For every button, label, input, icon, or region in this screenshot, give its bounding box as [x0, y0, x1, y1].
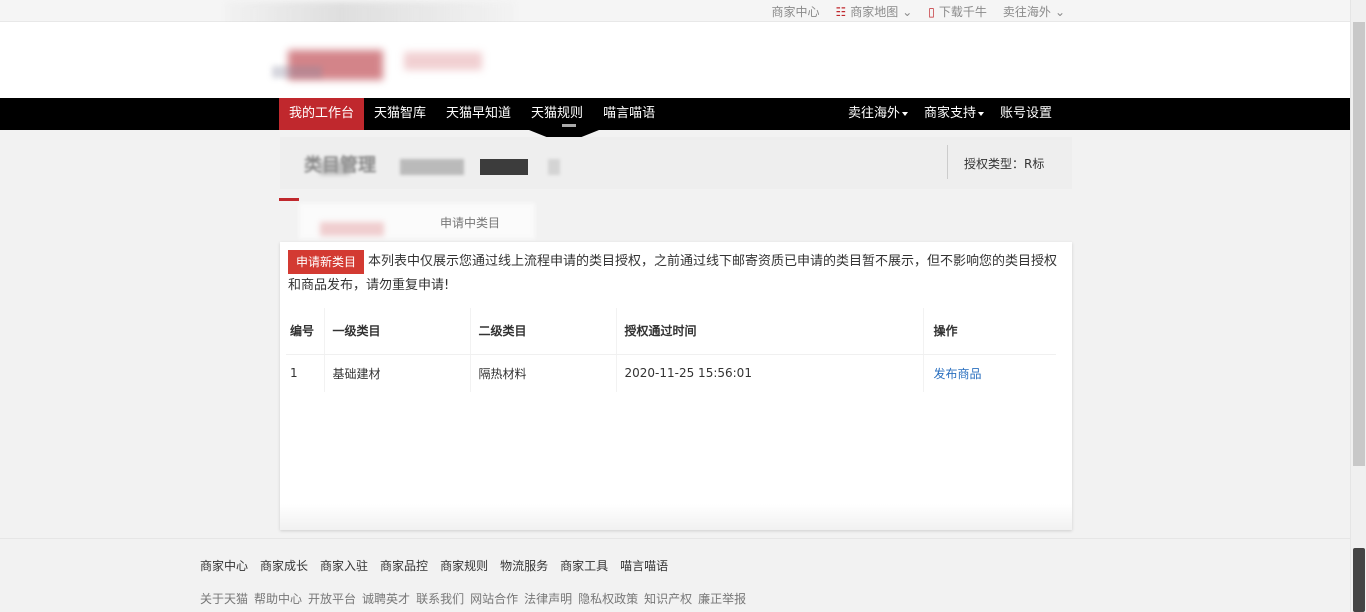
footer-link[interactable]: 开放平台	[308, 590, 356, 607]
vertical-scrollbar[interactable]	[1350, 0, 1366, 612]
topbar-link-sell-overseas[interactable]: 卖往海外 ⌄	[1003, 3, 1065, 20]
nav-item-miaoyan[interactable]: 喵言喵语	[593, 98, 665, 130]
footer-link[interactable]: 知识产权	[644, 590, 692, 607]
topbar-link-merchant-map[interactable]: ☷ 商家地图 ⌄	[835, 3, 912, 20]
panel-footer-shade	[280, 504, 1072, 530]
footer-links-primary: 商家中心 商家成长 商家入驻 商家品控 商家规则 物流服务 商家工具 喵言喵语	[200, 557, 668, 574]
redacted-region	[480, 159, 528, 175]
logo[interactable]	[272, 46, 384, 96]
col-header-id: 编号	[286, 308, 324, 355]
footer-link[interactable]: 廉正举报	[698, 590, 746, 607]
site-header	[0, 22, 1350, 98]
apply-new-category-button[interactable]: 申请新类目	[288, 250, 365, 274]
site-footer: 商家中心 商家成长 商家入驻 商家品控 商家规则 物流服务 商家工具 喵言喵语 …	[0, 538, 1350, 612]
footer-link[interactable]: 法律声明	[524, 590, 572, 607]
nav-item-account-settings[interactable]: 账号设置	[992, 98, 1060, 130]
cell-level1: 基础建材	[323, 354, 470, 392]
footer-link[interactable]: 诚聘英才	[362, 590, 410, 607]
blurred-region	[320, 161, 350, 175]
footer-link[interactable]: 网站合作	[470, 590, 518, 607]
footer-links-secondary: 关于天猫 帮助中心 开放平台 诚聘英才 联系我们 网站合作 法律声明 隐私权政策…	[200, 590, 746, 607]
page-title-panel: 类目管理 授权类型：R标	[280, 137, 1072, 189]
nav-item-workbench[interactable]: 我的工作台	[279, 98, 365, 130]
divider	[947, 145, 948, 179]
footer-link[interactable]: 商家入驻	[320, 557, 368, 574]
caret-down-icon	[977, 111, 984, 116]
topbar-link-download-qianniu[interactable]: ▯ 下载千牛	[928, 3, 987, 20]
tab-active-marker	[279, 198, 299, 201]
footer-link[interactable]: 关于天猫	[200, 590, 248, 607]
footer-link[interactable]: 商家规则	[440, 557, 488, 574]
notice: 申请新类目 本列表中仅展示您通过线上流程申请的类目授权，之前通过线下邮寄资质已申请…	[288, 250, 1066, 298]
caret-down-icon	[901, 111, 908, 116]
blurred-region	[400, 159, 464, 175]
blurred-subtitle	[404, 52, 482, 70]
notice-text: 本列表中仅展示您通过线上流程申请的类目授权，之前通过线下邮寄资质已申请的类目暂不…	[288, 254, 1058, 293]
footer-link[interactable]: 商家品控	[380, 557, 428, 574]
cell-id: 1	[290, 366, 298, 381]
footer-link[interactable]: 商家中心	[200, 557, 248, 574]
nav-active-indicator	[562, 124, 576, 127]
topbar-link-merchant-center[interactable]: 商家中心	[771, 3, 819, 20]
topbar-links: 商家中心 ☷ 商家地图 ⌄ ▯ 下载千牛 卖往海外 ⌄	[771, 3, 1065, 20]
col-header-level1: 一级类目	[323, 308, 470, 355]
nav-item-tmall-early-news[interactable]: 天猫早知道	[436, 98, 521, 130]
cell-level2: 隔热材料	[469, 354, 616, 392]
top-utility-bar: 商家中心 ☷ 商家地图 ⌄ ▯ 下载千牛 卖往海外 ⌄	[0, 0, 1350, 30]
main-nav: 我的工作台 天猫智库 天猫早知道 天猫规则 喵言喵语 卖往海外 商家支持 账号设…	[0, 98, 1350, 130]
tab-pending-categories[interactable]: 申请中类目	[440, 214, 500, 231]
blurred-tab[interactable]	[320, 222, 384, 236]
phone-icon: ▯	[928, 4, 935, 19]
list-icon: ☷	[835, 4, 847, 19]
publish-product-link[interactable]: 发布商品	[934, 367, 982, 381]
table-header-row: 编号 一级类目 二级类目 授权通过时间 操作	[286, 308, 1056, 355]
footer-link[interactable]: 商家成长	[260, 557, 308, 574]
auth-type-label: 授权类型：R标	[964, 157, 1045, 171]
main-nav-right: 卖往海外 商家支持 账号设置	[840, 98, 1060, 130]
chevron-down-icon: ⌄	[1054, 4, 1065, 19]
main-nav-left: 我的工作台 天猫智库 天猫早知道 天猫规则 喵言喵语	[279, 98, 665, 130]
footer-link[interactable]: 喵言喵语	[620, 557, 668, 574]
footer-link[interactable]: 物流服务	[500, 557, 548, 574]
cell-time: 2020-11-25 15:56:01	[615, 354, 923, 392]
nav-item-sell-overseas[interactable]: 卖往海外	[840, 98, 916, 130]
nav-item-merchant-support[interactable]: 商家支持	[916, 98, 992, 130]
nav-item-tmall-think-tank[interactable]: 天猫智库	[364, 98, 436, 130]
table-row: 1 基础建材 隔热材料 2020-11-25 15:56:01 发布商品	[286, 354, 1056, 392]
col-header-time: 授权通过时间	[615, 308, 923, 355]
col-header-level2: 二级类目	[469, 308, 616, 355]
scrollbar-grip[interactable]	[1353, 548, 1365, 612]
chevron-down-icon: ⌄	[902, 4, 913, 19]
blurred-region	[548, 159, 560, 175]
footer-link[interactable]: 帮助中心	[254, 590, 302, 607]
scrollbar-thumb[interactable]	[1353, 22, 1365, 466]
footer-link[interactable]: 联系我们	[416, 590, 464, 607]
col-header-action: 操作	[922, 308, 1056, 355]
footer-link[interactable]: 商家工具	[560, 557, 608, 574]
category-table: 编号 一级类目 二级类目 授权通过时间 操作 1 基础建材 隔热材料 2020-…	[286, 308, 1056, 392]
nav-item-tmall-rules[interactable]: 天猫规则	[521, 98, 593, 130]
footer-link[interactable]: 隐私权政策	[578, 590, 638, 607]
category-list-panel: 申请新类目 本列表中仅展示您通过线上流程申请的类目授权，之前通过线下邮寄资质已申请…	[280, 242, 1072, 530]
